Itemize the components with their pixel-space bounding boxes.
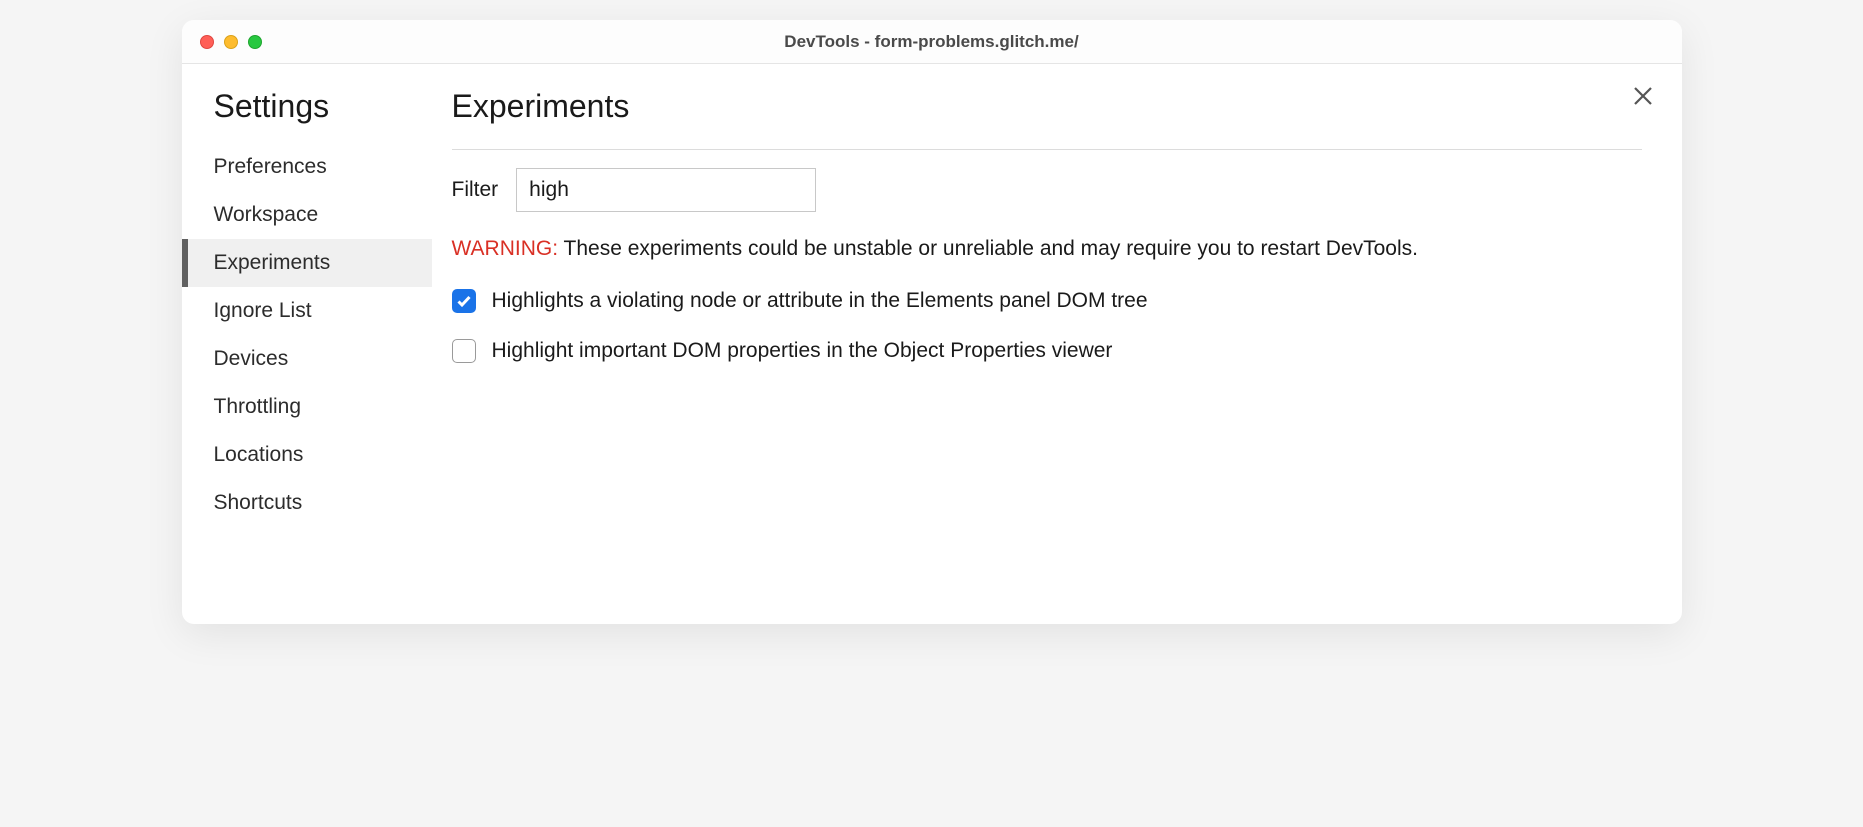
experiment-row: Highlight important DOM properties in th… bbox=[452, 339, 1642, 363]
sidebar-item-label: Shortcuts bbox=[214, 491, 303, 514]
sidebar-list: Preferences Workspace Experiments Ignore… bbox=[182, 143, 432, 527]
experiment-label[interactable]: Highlight important DOM properties in th… bbox=[492, 339, 1113, 363]
experiment-checkbox-highlight-violating-node[interactable] bbox=[452, 289, 476, 313]
sidebar-item-locations[interactable]: Locations bbox=[182, 431, 432, 479]
content: Settings Preferences Workspace Experimen… bbox=[182, 64, 1682, 624]
sidebar-item-label: Devices bbox=[214, 347, 289, 370]
sidebar-item-label: Ignore List bbox=[214, 299, 312, 322]
checkmark-icon bbox=[456, 293, 472, 309]
warning-message: WARNING: These experiments could be unst… bbox=[452, 234, 1642, 263]
experiment-checkbox-highlight-dom-properties[interactable] bbox=[452, 339, 476, 363]
window-maximize-button[interactable] bbox=[248, 35, 262, 49]
sidebar-item-label: Workspace bbox=[214, 203, 319, 226]
filter-input[interactable] bbox=[516, 168, 816, 212]
titlebar: DevTools - form-problems.glitch.me/ bbox=[182, 20, 1682, 64]
window-close-button[interactable] bbox=[200, 35, 214, 49]
settings-main: Experiments Filter WARNING: These experi… bbox=[432, 64, 1682, 624]
sidebar-item-label: Preferences bbox=[214, 155, 327, 178]
sidebar-title: Settings bbox=[182, 88, 432, 143]
sidebar-item-devices[interactable]: Devices bbox=[182, 335, 432, 383]
warning-text: These experiments could be unstable or u… bbox=[564, 237, 1418, 260]
sidebar-item-ignore-list[interactable]: Ignore List bbox=[182, 287, 432, 335]
sidebar-item-label: Experiments bbox=[214, 251, 331, 274]
filter-row: Filter bbox=[452, 168, 1642, 212]
window-minimize-button[interactable] bbox=[224, 35, 238, 49]
traffic-lights bbox=[200, 35, 262, 49]
experiment-row: Highlights a violating node or attribute… bbox=[452, 289, 1642, 313]
warning-label: WARNING: bbox=[452, 237, 559, 260]
sidebar-item-label: Throttling bbox=[214, 395, 302, 418]
sidebar-item-label: Locations bbox=[214, 443, 304, 466]
window: DevTools - form-problems.glitch.me/ Sett… bbox=[182, 20, 1682, 624]
sidebar-item-experiments[interactable]: Experiments bbox=[182, 239, 432, 287]
settings-sidebar: Settings Preferences Workspace Experimen… bbox=[182, 64, 432, 624]
filter-label: Filter bbox=[452, 178, 499, 202]
close-button[interactable] bbox=[1628, 80, 1658, 116]
sidebar-item-preferences[interactable]: Preferences bbox=[182, 143, 432, 191]
window-title: DevTools - form-problems.glitch.me/ bbox=[784, 32, 1078, 52]
close-icon bbox=[1632, 85, 1654, 107]
sidebar-item-shortcuts[interactable]: Shortcuts bbox=[182, 479, 432, 527]
experiment-label[interactable]: Highlights a violating node or attribute… bbox=[492, 289, 1148, 313]
sidebar-item-throttling[interactable]: Throttling bbox=[182, 383, 432, 431]
sidebar-item-workspace[interactable]: Workspace bbox=[182, 191, 432, 239]
page-title: Experiments bbox=[452, 88, 1642, 150]
